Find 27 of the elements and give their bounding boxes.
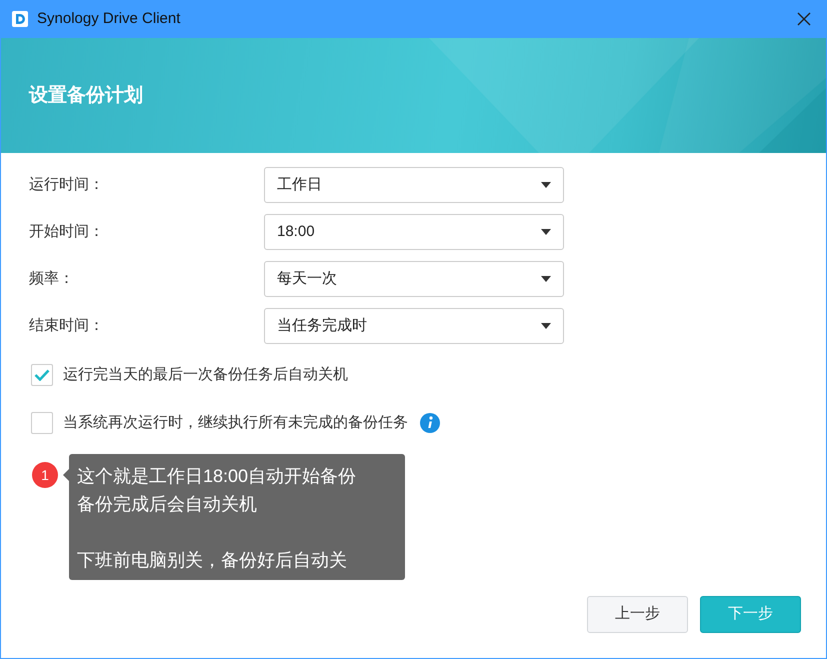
option-label: 当系统再次运行时，继续执行所有未完成的备份任务	[63, 412, 408, 432]
annotation-number: 1	[32, 462, 58, 488]
field-label: 开始时间：	[29, 222, 105, 242]
field-label: 结束时间：	[29, 316, 105, 336]
annotation-text: 备份完成后会自动关机	[77, 493, 258, 516]
annotation-text: 这个就是工作日18:00自动开始备份	[77, 465, 358, 488]
window-title: Synology Drive Client	[37, 8, 180, 29]
caret-icon	[541, 276, 551, 282]
dropdown[interactable]: 当任务完成时	[264, 308, 564, 344]
caret-icon	[541, 229, 551, 235]
app-logo-icon	[11, 10, 29, 28]
checkbox[interactable]	[31, 364, 53, 386]
option-label: 运行完当天的最后一次备份任务后自动关机	[63, 365, 348, 385]
field-label: 运行时间：	[29, 174, 105, 195]
dropdown[interactable]: 18:00	[264, 214, 564, 250]
field-label: 频率：	[29, 268, 75, 289]
annotation-text: 下班前电脑别关，备份好后自动关	[77, 549, 348, 572]
dropdown[interactable]: 工作日	[264, 167, 564, 203]
back-button[interactable]: 上一步	[587, 596, 688, 633]
page-heading: 设置备份计划	[29, 83, 143, 108]
dropdown[interactable]: 每天一次	[264, 261, 564, 297]
caret-icon	[541, 323, 551, 329]
info-icon[interactable]	[420, 412, 440, 433]
check-icon	[34, 369, 50, 382]
close-icon	[796, 11, 812, 27]
checkbox[interactable]	[31, 412, 53, 434]
caret-icon	[541, 182, 551, 188]
